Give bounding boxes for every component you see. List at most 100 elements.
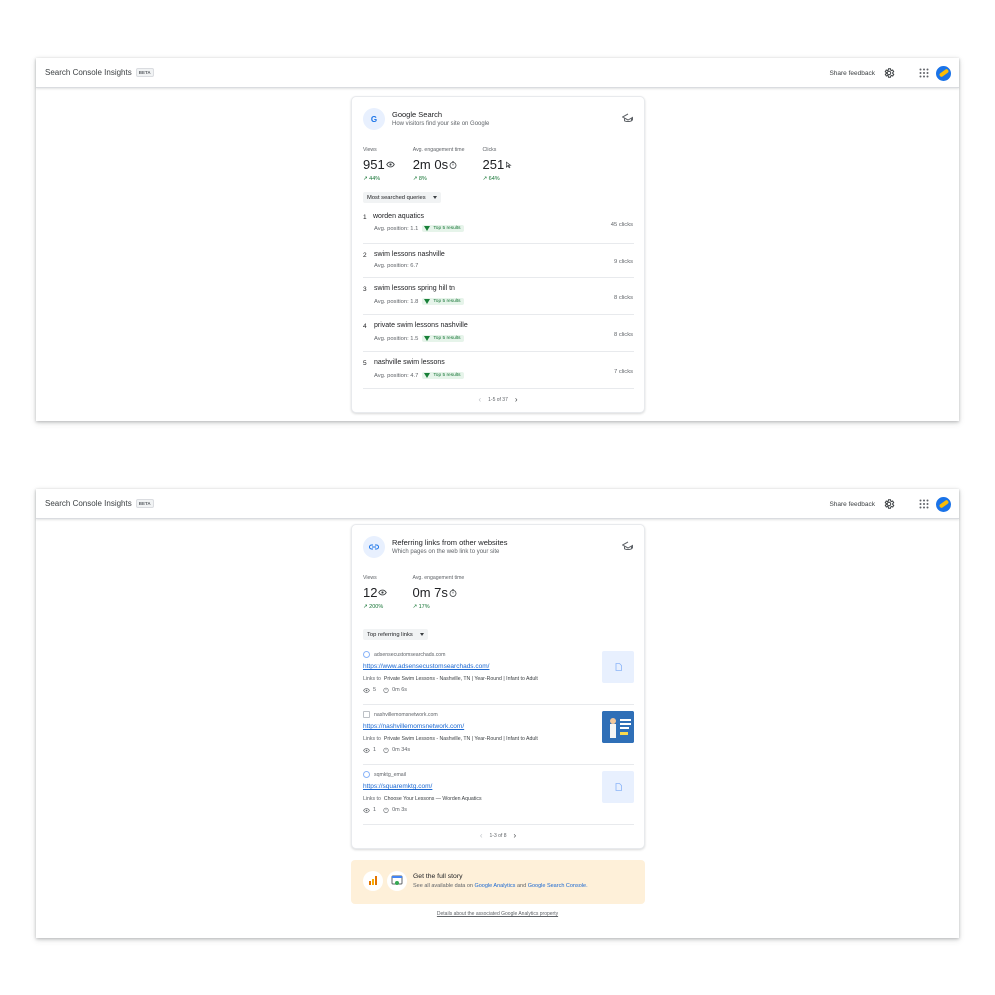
query-row[interactable]: 4 private swim lessons nashville Avg. po… — [363, 315, 634, 352]
pager-text: 1-5 of 37 — [488, 396, 508, 403]
triangle-icon — [424, 336, 431, 341]
query-clicks: 7 clicks — [613, 369, 633, 375]
promo-title: Get the full story — [413, 873, 463, 880]
query-rank: 5 — [363, 360, 367, 367]
eye-icon — [378, 589, 388, 596]
top5-badge: Top 5 results — [422, 335, 464, 342]
query-clicks: 9 clicks — [613, 259, 633, 265]
document-icon — [602, 651, 634, 683]
referring-dropdown[interactable]: Top referring links — [363, 629, 428, 640]
link-icon — [363, 536, 385, 558]
metric-delta: ↗ 44% — [363, 176, 381, 182]
pagination: ‹ 1-5 of 37 › — [352, 395, 644, 404]
ref-domain: nashvillemomsnetwork.com — [363, 711, 438, 718]
apps-grid-icon[interactable] — [919, 499, 929, 509]
avatar[interactable] — [936, 65, 951, 81]
referring-item: sqmktg_email https://squaremktg.com/ Lin… — [363, 765, 634, 825]
full-story-banner: Get the full story See all available dat… — [351, 860, 645, 904]
gear-icon[interactable] — [883, 498, 895, 510]
triangle-icon — [424, 299, 431, 304]
metric-views: Views 951 ↗ 44% — [363, 147, 395, 182]
metric-delta: ↗ 64% — [482, 176, 500, 182]
ref-domain: adsensecustomsearchads.com — [363, 651, 446, 658]
eye-icon — [363, 807, 370, 813]
beta-badge: BETA — [135, 68, 154, 77]
query-row[interactable]: 2 swim lessons nashville Avg. position: … — [363, 244, 634, 278]
metric-label: Views — [363, 575, 377, 581]
share-feedback-button[interactable]: Share feedback — [829, 70, 875, 77]
ref-links-to: Links to Choose Your Lessons — Worden Aqu… — [363, 796, 482, 802]
metrics-row: Views 12 ↗ 200% Avg. engagement time 0m … — [363, 575, 482, 610]
metric-value: 951 — [363, 157, 385, 172]
promo-subtitle: See all available data on Google Analyti… — [413, 883, 588, 889]
query-rank: 2 — [363, 252, 367, 259]
window-google-search: Search Console Insights BETA Share feedb… — [36, 58, 959, 421]
cursor-icon — [506, 161, 512, 168]
timer-icon — [449, 160, 457, 169]
query-clicks: 8 clicks — [613, 295, 633, 301]
app-bar: Search Console Insights BETA Share feedb… — [36, 489, 959, 519]
top5-badge: Top 5 results — [422, 372, 464, 379]
card-title: Referring links from other websites — [392, 538, 508, 547]
query-dropdown[interactable]: Most searched queries — [363, 192, 441, 203]
chevron-left-icon[interactable]: ‹ — [480, 831, 483, 840]
globe-icon — [363, 771, 370, 778]
query-row[interactable]: 1 worden aquatics Avg. position: 1.1 Top … — [363, 210, 634, 244]
search-console-icon — [387, 871, 407, 891]
metric-value: 2m 0s — [412, 157, 449, 172]
top5-badge: Top 5 results — [422, 225, 464, 232]
metric-label: Clicks — [482, 147, 497, 153]
chevron-left-icon[interactable]: ‹ — [478, 395, 481, 404]
ref-links-to: Links to Private Swim Lessons - Nashville… — [363, 736, 538, 742]
chevron-right-icon[interactable]: › — [513, 831, 516, 840]
metric-delta: ↗ 200% — [363, 604, 384, 610]
metric-label: Avg. engagement time — [412, 575, 465, 581]
ref-url-link[interactable]: https://nashvillemomsnetwork.com/ — [363, 723, 464, 730]
query-text: private swim lessons nashville — [374, 322, 468, 329]
page-thumbnail-image — [602, 711, 634, 743]
metric-value: 251 — [482, 157, 505, 172]
metrics-row: Views 951 ↗ 44% Avg. engagement time 2m … — [363, 147, 530, 182]
ga-property-details-link[interactable]: Details about the associated Google Anal… — [36, 911, 959, 917]
share-feedback-button[interactable]: Share feedback — [829, 501, 875, 508]
dropdown-label: Most searched queries — [367, 194, 426, 201]
search-console-link[interactable]: Google Search Console. — [528, 883, 588, 889]
document-icon — [602, 771, 634, 803]
card-subtitle: How visitors find your site on Google — [392, 121, 490, 127]
google-analytics-link[interactable]: Google Analytics — [474, 883, 515, 889]
avatar[interactable] — [936, 496, 951, 512]
metric-label: Avg. engagement time — [412, 147, 465, 153]
ref-url-link[interactable]: https://squaremktg.com/ — [363, 783, 432, 790]
caret-down-icon — [432, 196, 437, 199]
query-position: Avg. position: 4.7 Top 5 results — [374, 372, 464, 379]
metric-engagement: Avg. engagement time 0m 7s ↗ 17% — [412, 575, 464, 610]
query-text: nashville swim lessons — [374, 359, 445, 366]
query-list: 1 worden aquatics Avg. position: 1.1 Top … — [363, 210, 634, 389]
query-text: swim lessons spring hill tn — [374, 285, 455, 292]
timer-icon — [383, 747, 389, 753]
apps-grid-icon[interactable] — [919, 68, 929, 78]
query-position: Avg. position: 1.1 Top 5 results — [374, 225, 464, 232]
graduation-cap-icon[interactable] — [622, 113, 634, 123]
google-search-card: G Google Search How visitors find your s… — [351, 96, 645, 413]
timer-icon — [383, 687, 389, 693]
metric-delta: ↗ 17% — [412, 604, 430, 610]
graduation-cap-icon[interactable] — [622, 541, 634, 551]
gear-icon[interactable] — [883, 67, 895, 79]
card-title: Google Search — [392, 110, 443, 119]
pagination: ‹ 1-3 of 8 › — [352, 831, 644, 840]
timer-icon — [449, 588, 457, 597]
app-title: Search Console Insights — [45, 68, 132, 77]
triangle-icon — [424, 373, 431, 378]
query-clicks: 45 clicks — [610, 222, 633, 228]
ref-url-link[interactable]: https://www.adsensecustomsearchads.com/ — [363, 663, 489, 670]
dropdown-label: Top referring links — [367, 631, 413, 638]
pager-text: 1-3 of 8 — [489, 832, 507, 839]
metric-views: Views 12 ↗ 200% — [363, 575, 388, 610]
triangle-icon — [424, 226, 431, 231]
chevron-right-icon[interactable]: › — [515, 395, 518, 404]
metric-engagement: Avg. engagement time 2m 0s ↗ 8% — [413, 147, 465, 182]
query-row[interactable]: 3 swim lessons spring hill tn Avg. posit… — [363, 278, 634, 315]
query-rank: 4 — [363, 323, 367, 330]
query-row[interactable]: 5 nashville swim lessons Avg. position: … — [363, 352, 634, 389]
